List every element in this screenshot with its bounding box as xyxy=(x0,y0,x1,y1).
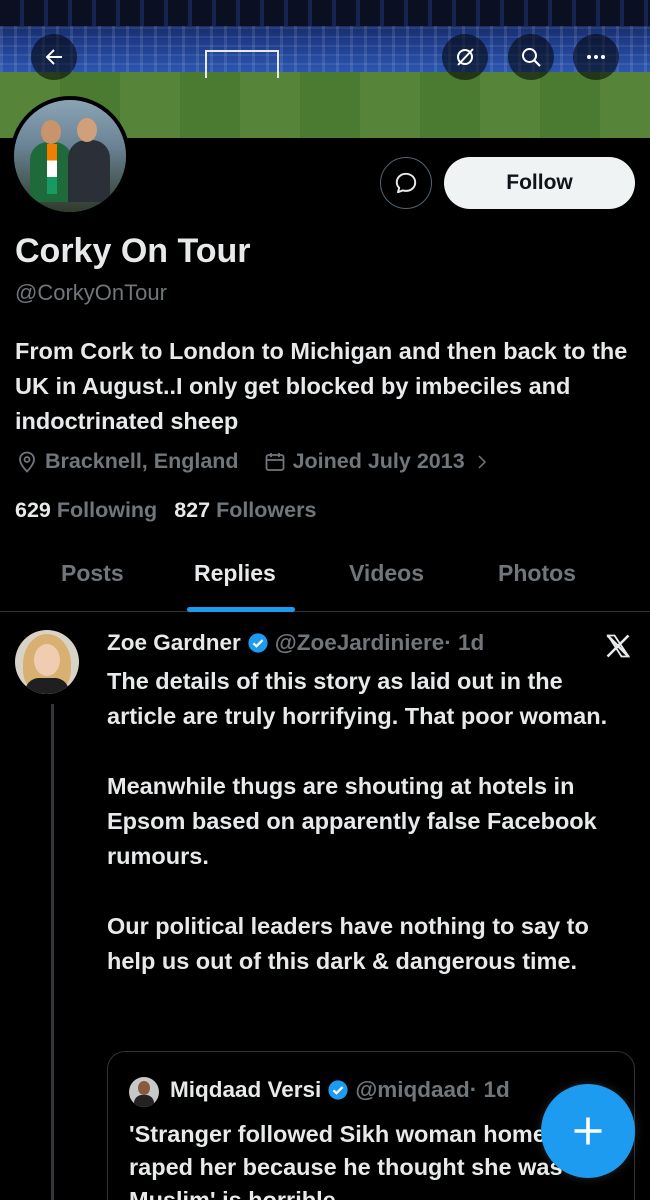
profile-location: Bracknell, England xyxy=(15,449,239,474)
plus-icon xyxy=(574,1117,602,1145)
quoted-author-name: Miqdaad Versi xyxy=(170,1077,322,1102)
chat-bubble-icon xyxy=(395,172,417,194)
tab-posts[interactable]: Posts xyxy=(61,560,124,587)
profile-handle: @CorkyOnTour xyxy=(15,280,167,305)
profile-bio: From Cork to London to Michigan and then… xyxy=(15,338,628,434)
banner-goal xyxy=(205,50,279,78)
verified-badge-icon xyxy=(248,633,268,653)
back-button[interactable] xyxy=(31,34,77,80)
avatar-clothing xyxy=(134,1095,154,1107)
message-button[interactable] xyxy=(380,157,432,209)
location-label: Bracknell, England xyxy=(45,449,239,473)
following-count[interactable]: 629 xyxy=(15,498,51,523)
post-author-name[interactable]: Zoe Gardner xyxy=(107,630,241,656)
post-paragraph: Meanwhile thugs are shouting at hotels i… xyxy=(107,773,597,869)
verified-badge-icon xyxy=(328,1080,348,1100)
x-logo-icon xyxy=(606,634,631,658)
profile-display-name: Corky On Tour xyxy=(15,232,251,270)
compose-post-button[interactable] xyxy=(541,1084,635,1178)
profile-joined[interactable]: Joined July 2013 xyxy=(263,449,497,474)
quoted-author-avatar xyxy=(129,1077,159,1107)
profile-meta: Bracknell, England Joined July 2013 xyxy=(15,449,497,474)
post-paragraph: The details of this story as laid out in… xyxy=(107,668,608,729)
post-body: The details of this story as laid out in… xyxy=(107,664,637,1014)
profile-avatar[interactable] xyxy=(10,96,130,216)
back-arrow-icon xyxy=(45,49,62,65)
follow-button[interactable]: Follow xyxy=(444,157,635,209)
quoted-author-handle: @miqdaad xyxy=(355,1077,470,1102)
joined-label: Joined July 2013 xyxy=(292,449,465,473)
search-button[interactable] xyxy=(508,34,554,80)
profile-counts: 629 Following 827 Followers xyxy=(15,498,333,523)
avatar-scarf xyxy=(47,144,57,194)
chevron-right-icon xyxy=(478,454,486,469)
quoted-post-header: Miqdaad Versi @miqdaad · 1d xyxy=(170,1077,510,1103)
followers-label[interactable]: Followers xyxy=(216,498,316,523)
avatar-clothing xyxy=(25,678,69,694)
post-author-avatar[interactable] xyxy=(15,630,79,694)
quoted-post-time: · 1d xyxy=(469,1077,510,1102)
more-button[interactable] xyxy=(573,34,619,80)
avatar-person-head xyxy=(77,118,97,142)
location-pin-icon xyxy=(19,451,35,473)
avatar-face xyxy=(138,1081,150,1095)
followers-count[interactable]: 827 xyxy=(174,498,210,523)
grok-button[interactable] xyxy=(442,34,488,80)
tab-photos[interactable]: Photos xyxy=(498,560,576,587)
post-time[interactable]: · 1d xyxy=(444,630,484,656)
calendar-icon xyxy=(265,452,284,471)
post-header: Zoe Gardner @ZoeJardiniere · 1d xyxy=(107,630,484,656)
avatar-face xyxy=(34,644,60,676)
more-icon xyxy=(587,55,605,59)
active-tab-indicator xyxy=(187,607,295,612)
thread-line xyxy=(51,704,54,1200)
profile-tabs: Posts Replies Videos Photos xyxy=(0,548,650,612)
banner-roof xyxy=(0,0,650,26)
grok-icon xyxy=(457,48,474,66)
tab-videos[interactable]: Videos xyxy=(349,560,424,587)
avatar-person-head xyxy=(41,120,61,144)
post-author-handle[interactable]: @ZoeJardiniere xyxy=(275,630,445,656)
avatar-person xyxy=(68,140,110,202)
following-label[interactable]: Following xyxy=(57,498,157,523)
search-icon xyxy=(522,48,541,67)
tab-replies[interactable]: Replies xyxy=(194,560,276,587)
post-paragraph: Our political leaders have nothing to sa… xyxy=(107,913,589,974)
